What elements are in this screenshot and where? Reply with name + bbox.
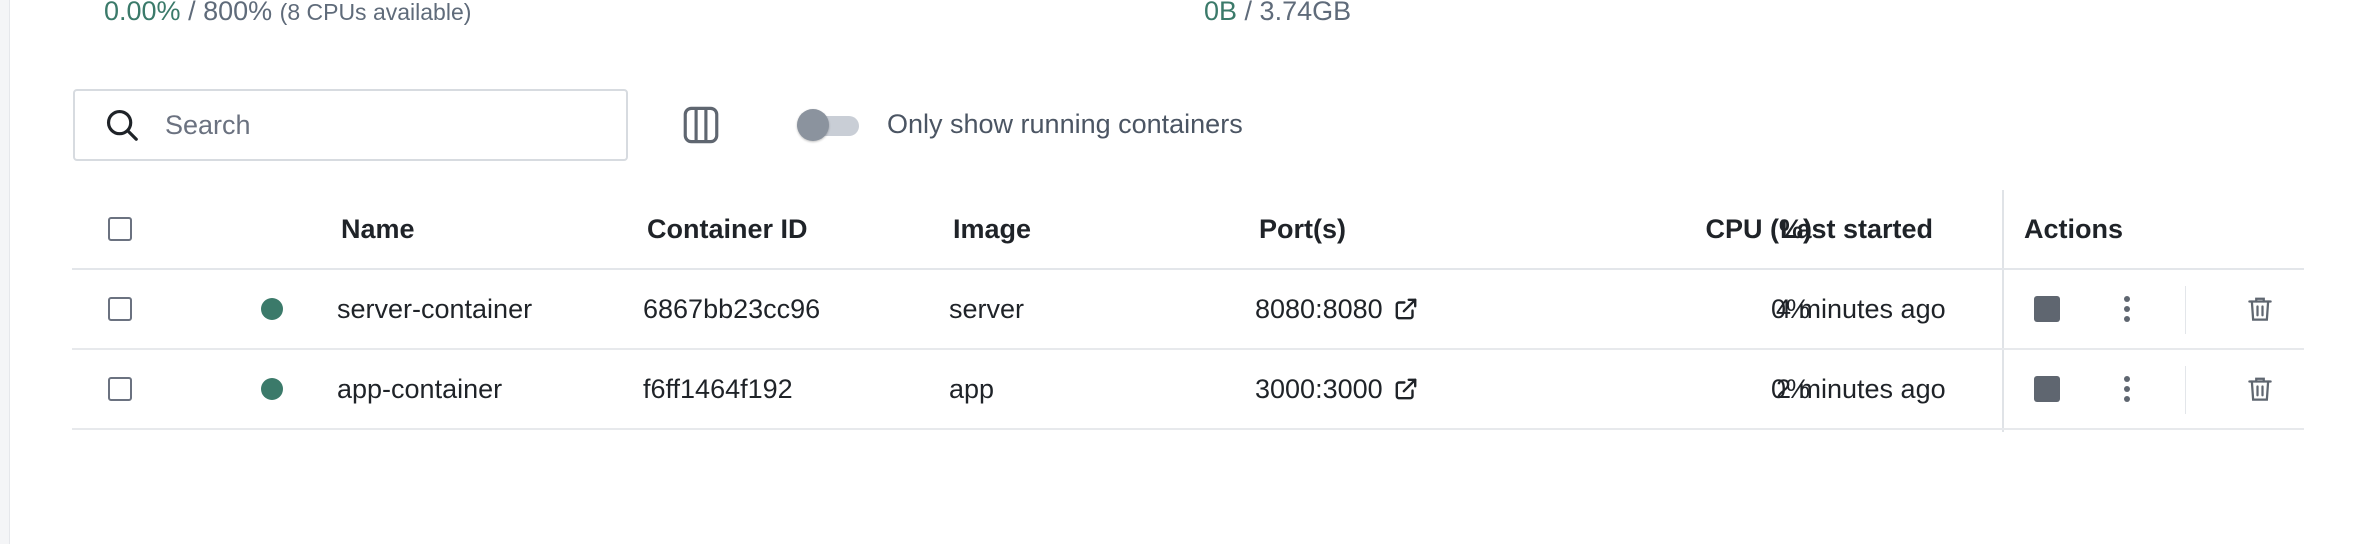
running-status-dot xyxy=(261,378,283,400)
header-image[interactable]: Image xyxy=(953,190,1031,268)
port-mapping-link[interactable]: 3000:3000 xyxy=(1255,374,1383,405)
last-started: 4 minutes ago xyxy=(1776,293,1946,324)
search-icon xyxy=(103,106,141,144)
more-cell xyxy=(2122,270,2132,348)
trash-icon[interactable] xyxy=(2245,294,2275,324)
select-all-cell xyxy=(108,190,132,268)
delete-cell xyxy=(2245,270,2275,348)
more-cell xyxy=(2122,350,2132,428)
stop-cell xyxy=(2034,270,2060,348)
table-row: app-container f6ff1464f192 app 3000:3000… xyxy=(72,350,2304,430)
more-vertical-icon[interactable] xyxy=(2122,294,2132,324)
container-id: f6ff1464f192 xyxy=(643,373,793,404)
port-mapping-link[interactable]: 8080:8080 xyxy=(1255,294,1383,325)
cpu-available-note: (8 CPUs available) xyxy=(279,0,472,25)
header-name[interactable]: Name xyxy=(341,190,415,268)
container-name[interactable]: app-container xyxy=(337,350,502,428)
actions-separator xyxy=(2185,366,2186,414)
header-ports[interactable]: Port(s) xyxy=(1259,190,1346,268)
memory-usage-value: 0B xyxy=(1204,0,1238,26)
status-cell xyxy=(261,270,283,348)
memory-usage-stat: 0B / 3.74GB xyxy=(1204,0,1351,29)
ports-cell: 8080:8080 xyxy=(1255,270,1419,348)
only-running-toggle[interactable] xyxy=(797,109,859,141)
columns-toggle-button[interactable] xyxy=(680,104,722,146)
stop-cell xyxy=(2034,350,2060,428)
container-name[interactable]: server-container xyxy=(337,270,532,348)
toggle-thumb xyxy=(797,109,829,141)
last-started: 2 minutes ago xyxy=(1776,373,1946,404)
table-row: server-container 6867bb23cc96 server 808… xyxy=(72,270,2304,350)
containers-table: Name Container ID Image Port(s) CPU (%) … xyxy=(72,190,2304,432)
external-link-icon[interactable] xyxy=(1393,376,1419,402)
header-last-started[interactable]: Last started xyxy=(1780,190,1933,268)
cpu-usage-stat: 0.00% / 800% (8 CPUs available) xyxy=(104,0,471,30)
cpu-usage-value: 0.00% xyxy=(104,0,181,26)
running-status-dot xyxy=(261,298,283,320)
cpu-usage-separator: / xyxy=(180,0,204,26)
container-id: 6867bb23cc96 xyxy=(643,293,821,324)
stop-button[interactable] xyxy=(2034,296,2060,322)
memory-usage-max: 3.74GB xyxy=(1259,0,1352,26)
header-container-id[interactable]: Container ID xyxy=(647,190,808,268)
row-select-cell xyxy=(108,270,132,348)
row-select-cell xyxy=(108,350,132,428)
search-input[interactable] xyxy=(163,108,607,142)
row-checkbox[interactable] xyxy=(108,297,132,321)
left-panel-edge xyxy=(0,0,10,544)
container-image[interactable]: app xyxy=(949,350,994,428)
only-running-label: Only show running containers xyxy=(887,109,1243,139)
table-header: Name Container ID Image Port(s) CPU (%) … xyxy=(72,190,2304,270)
memory-usage-separator: / xyxy=(1237,0,1260,26)
more-vertical-icon[interactable] xyxy=(2122,374,2132,404)
columns-icon xyxy=(680,104,722,146)
search-field[interactable] xyxy=(73,89,628,161)
external-link-icon[interactable] xyxy=(1393,296,1419,322)
header-actions: Actions xyxy=(2024,213,2124,244)
row-checkbox[interactable] xyxy=(108,377,132,401)
cpu-usage-max: 800% xyxy=(203,0,273,26)
ports-cell: 3000:3000 xyxy=(1255,350,1419,428)
delete-cell xyxy=(2245,350,2275,428)
container-image[interactable]: server xyxy=(949,270,1024,348)
actions-separator xyxy=(2185,286,2186,334)
select-all-checkbox[interactable] xyxy=(108,217,132,241)
stop-button[interactable] xyxy=(2034,376,2060,402)
trash-icon[interactable] xyxy=(2245,374,2275,404)
status-cell xyxy=(261,350,283,428)
